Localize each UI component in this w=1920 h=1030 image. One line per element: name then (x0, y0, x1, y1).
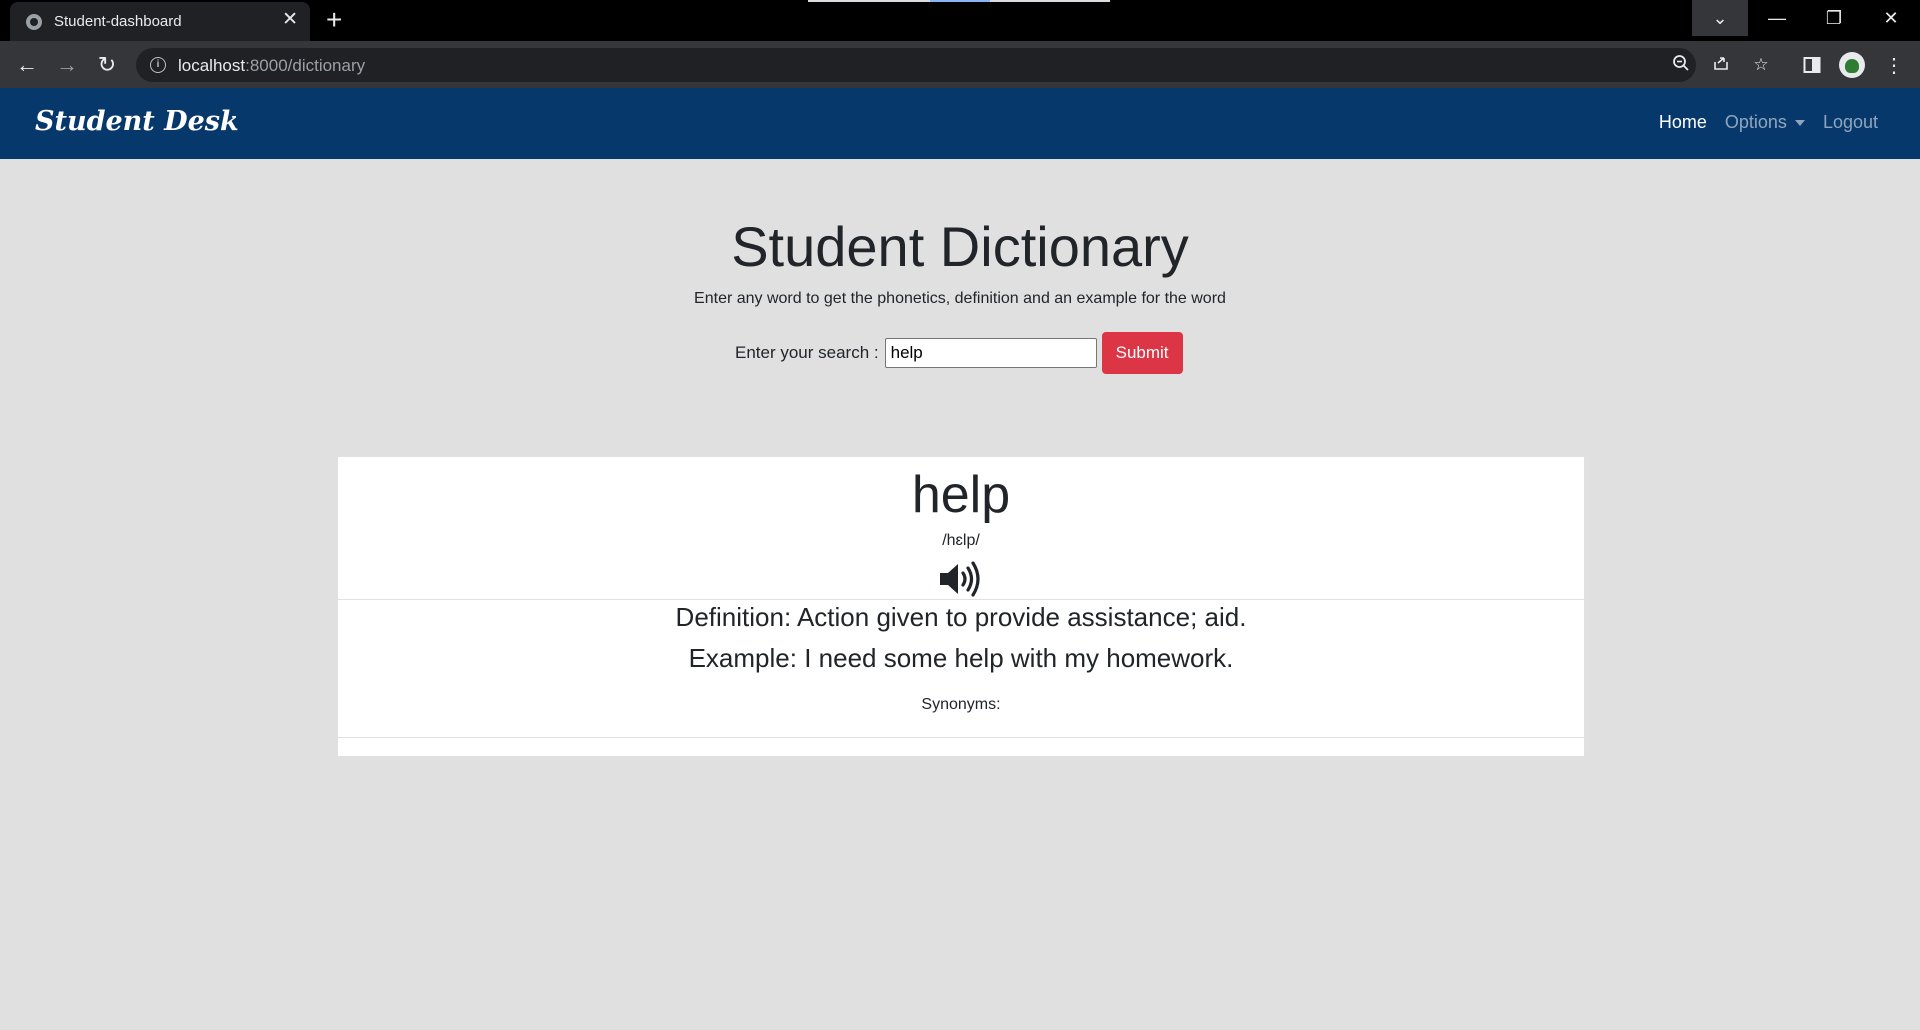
address-bar[interactable]: i localhost:8000/dictionary ☆ (136, 48, 1769, 82)
search-input[interactable] (884, 338, 1097, 368)
close-tab-icon[interactable]: ✕ (282, 10, 298, 30)
info-icon[interactable]: i (150, 57, 166, 73)
result-example: Example: I need some help with my homewo… (688, 643, 1234, 673)
zoom-icon[interactable] (1670, 54, 1692, 76)
result-word: help (911, 466, 1011, 524)
tab-strip-indicator (808, 0, 1110, 2)
nav-options-dropdown[interactable]: Options (1725, 112, 1805, 133)
search-form: Enter your search : Submit (735, 332, 1183, 374)
back-icon[interactable]: ← (11, 49, 43, 81)
page-subtitle: Enter any word to get the phonetics, def… (694, 290, 1226, 307)
share-icon[interactable] (1710, 54, 1732, 76)
browser-toolbar: ← → ↻ i localhost:8000/dictionary ☆ ⋮ (0, 41, 1920, 88)
tab-title: Student-dashboard (54, 13, 182, 30)
brand-logo[interactable]: Student Desk (35, 106, 239, 137)
menu-icon[interactable]: ⋮ (1878, 49, 1910, 81)
result-card: help /hɛlp/ Definition: Action given to … (337, 456, 1585, 757)
speaker-icon[interactable] (938, 560, 984, 598)
browser-tab-bar: Student-dashboard ✕ + ⌄ — ❐ ✕ (0, 0, 1920, 41)
profile-avatar[interactable] (1836, 49, 1868, 81)
card-divider (338, 599, 1584, 600)
nav-links: Home Options Logout (1659, 112, 1878, 133)
url-text[interactable]: localhost:8000/dictionary (178, 56, 365, 76)
close-window-icon[interactable]: ✕ (1863, 0, 1919, 36)
result-synonyms: Synonyms: (921, 696, 1001, 713)
avatar-icon (1839, 52, 1865, 78)
site-navbar: Student Desk Home Options Logout (0, 88, 1920, 159)
nav-options-label: Options (1724, 112, 1787, 132)
forward-icon[interactable]: → (51, 49, 83, 81)
browser-tab[interactable]: Student-dashboard ✕ (10, 2, 310, 41)
restore-icon[interactable]: ❐ (1806, 0, 1862, 36)
minimize-icon[interactable]: — (1749, 0, 1805, 36)
tab-search-icon[interactable]: ⌄ (1692, 0, 1748, 36)
reload-icon[interactable]: ↻ (91, 49, 123, 81)
sidepanel-icon[interactable] (1796, 49, 1828, 81)
new-tab-button[interactable]: + (326, 4, 342, 36)
card-divider (338, 737, 1584, 738)
search-label: Enter your search : (735, 343, 879, 362)
nav-logout-link[interactable]: Logout (1823, 112, 1878, 133)
nav-home-link[interactable]: Home (1659, 112, 1707, 133)
globe-icon (26, 14, 42, 30)
page-title: Student Dictionary (731, 215, 1189, 278)
result-definition: Definition: Action given to provide assi… (675, 602, 1247, 632)
submit-button[interactable]: Submit (1101, 332, 1183, 374)
result-phonetic: /hɛlp/ (942, 532, 980, 549)
caret-down-icon (1794, 120, 1805, 127)
star-icon[interactable]: ☆ (1750, 54, 1772, 76)
